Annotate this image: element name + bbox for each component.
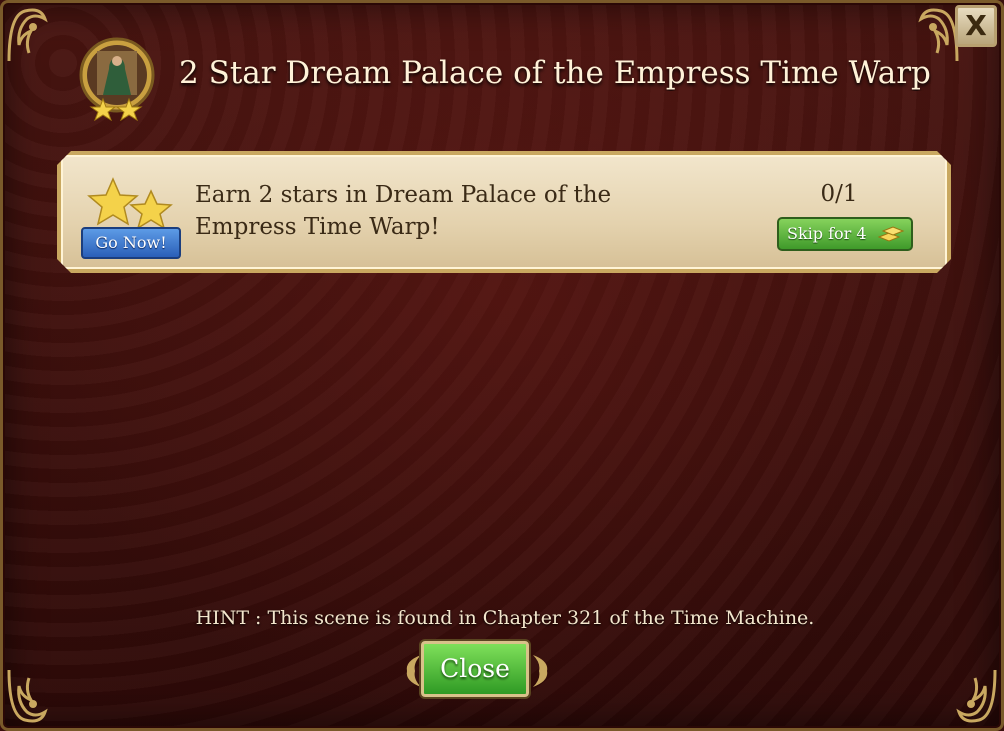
- corner-ornament-icon: [5, 666, 65, 726]
- corner-ornament-icon: [939, 666, 999, 726]
- close-icon: X: [965, 9, 987, 42]
- button-ornament-icon: [529, 651, 553, 691]
- dialog-title: 2 Star Dream Palace of the Empress Time …: [179, 55, 931, 91]
- dialog-panel: X 2 Star Dream Palace of the Empress Tim…: [0, 0, 1004, 731]
- close-dialog-button[interactable]: X: [955, 5, 997, 47]
- corner-ornament-icon: [5, 5, 65, 65]
- go-now-button[interactable]: Go Now!: [81, 227, 181, 259]
- close-button[interactable]: Close: [421, 641, 529, 697]
- task-row: Go Now! Earn 2 stars in Dream Palace of …: [57, 151, 951, 273]
- task-description: Earn 2 stars in Dream Palace of the Empr…: [195, 182, 612, 240]
- scene-portrait-badge-icon: [75, 37, 159, 122]
- skip-button[interactable]: Skip for 4: [777, 217, 913, 251]
- gold-bars-icon: [877, 226, 905, 242]
- hint-text: HINT : This scene is found in Chapter 32…: [195, 607, 815, 629]
- skip-label: Skip for 4: [787, 224, 867, 243]
- task-progress: 0/1: [820, 181, 858, 207]
